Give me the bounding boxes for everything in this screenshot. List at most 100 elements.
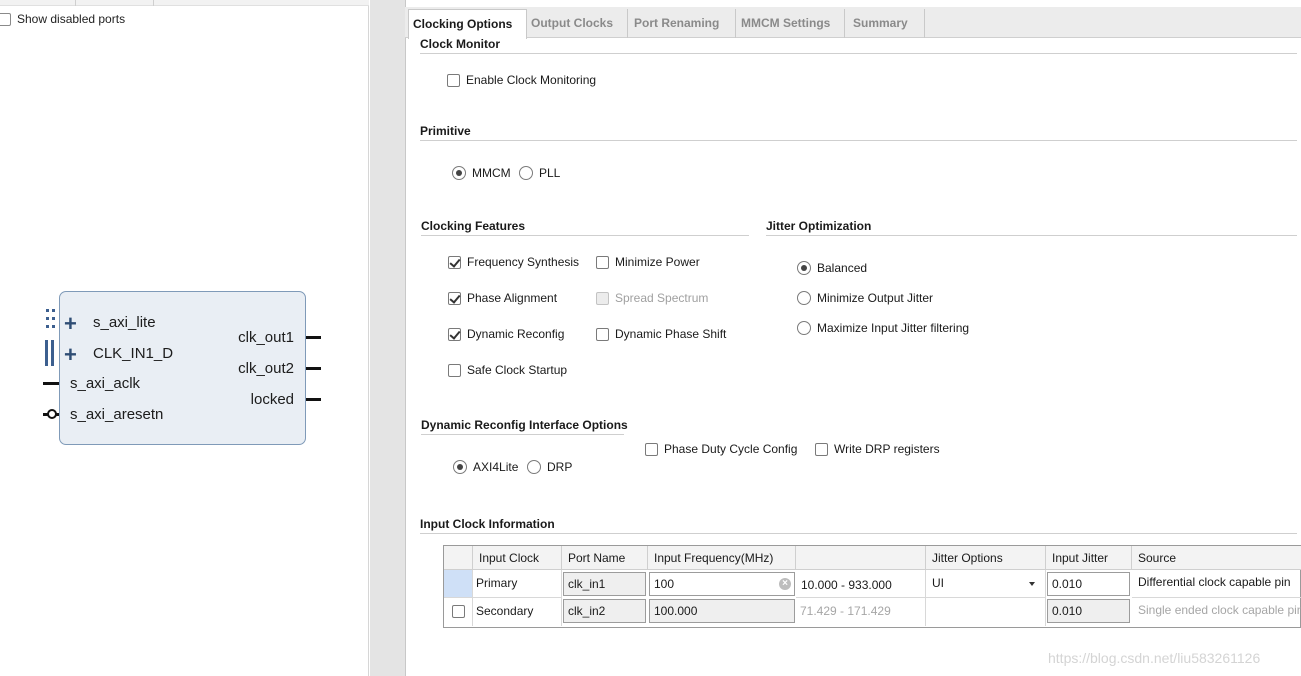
drp-row[interactable]: DRP — [527, 460, 572, 474]
write-drp-row[interactable]: Write DRP registers — [815, 442, 940, 456]
expand-plus-icon[interactable]: + — [64, 344, 77, 366]
safe-clock-startup-checkbox[interactable] — [448, 363, 461, 377]
jitter-maximize-input-label: Maximize Input Jitter filtering — [817, 321, 970, 335]
source-cell: Single ended clock capable pin — [1138, 603, 1301, 617]
input-frequency-field[interactable]: 100 × — [649, 572, 795, 596]
axi4lite-row[interactable]: AXI4Lite — [453, 460, 518, 474]
phase-duty-cycle-checkbox[interactable] — [645, 442, 658, 456]
tab-bar: Clocking Options Output Clocks Port Rena… — [405, 7, 1301, 39]
spread-spectrum-row: Spread Spectrum — [596, 291, 708, 305]
minimize-power-row[interactable]: Minimize Power — [596, 255, 700, 269]
input-clock-cell: Secondary — [473, 598, 562, 626]
jitter-minimize-output-row[interactable]: Minimize Output Jitter — [797, 291, 933, 305]
enable-clock-monitoring-checkbox[interactable] — [447, 73, 460, 87]
jitter-options-cell — [926, 598, 1046, 626]
enable-clock-monitoring-row[interactable]: Enable Clock Monitoring — [447, 73, 596, 87]
reset-inversion-circle-icon — [47, 409, 57, 419]
phase-alignment-label: Phase Alignment — [467, 291, 558, 305]
clock-monitor-title: Clock Monitor — [420, 37, 500, 51]
tab-summary[interactable]: Summary — [849, 9, 925, 38]
drp-radio[interactable] — [527, 460, 541, 474]
drp-options-divider — [421, 434, 624, 435]
jitter-minimize-output-label: Minimize Output Jitter — [817, 291, 934, 305]
row-select-cell[interactable] — [444, 570, 473, 598]
tab-port-renaming[interactable]: Port Renaming — [630, 9, 736, 38]
header-range — [796, 546, 926, 570]
differential-bus-bars-icon — [45, 340, 55, 366]
tab-mmcm-settings[interactable]: MMCM Settings — [737, 9, 845, 38]
header-input-clock: Input Clock — [473, 546, 562, 570]
port-clk-in1-d: CLK_IN1_D — [93, 345, 174, 362]
safe-clock-startup-row[interactable]: Safe Clock Startup — [448, 363, 567, 377]
dynamic-phase-shift-label: Dynamic Phase Shift — [615, 327, 727, 341]
dynamic-phase-shift-row[interactable]: Dynamic Phase Shift — [596, 327, 726, 341]
write-drp-checkbox[interactable] — [815, 442, 828, 456]
frequency-range-cell: 10.000 - 933.000 — [796, 570, 926, 598]
tab-clocking-options[interactable]: Clocking Options — [408, 9, 527, 39]
write-drp-label: Write DRP registers — [834, 442, 940, 456]
input-jitter-field[interactable]: 0.010 — [1047, 599, 1130, 623]
clocking-features-divider — [421, 235, 749, 236]
show-disabled-ports-checkbox[interactable] — [0, 12, 11, 26]
locked-pin — [306, 398, 321, 401]
safe-clock-startup-label: Safe Clock Startup — [467, 363, 568, 377]
header-input-jitter: Input Jitter — [1046, 546, 1132, 570]
primitive-mmcm-radio[interactable] — [452, 166, 466, 180]
jitter-options-select[interactable]: UI — [926, 570, 1046, 598]
input-frequency-field[interactable]: 100.000 — [649, 599, 795, 623]
port-name-field[interactable]: clk_in2 — [563, 599, 646, 623]
primitive-title: Primitive — [420, 124, 471, 138]
clk-out2-pin — [306, 367, 321, 370]
jitter-balanced-radio[interactable] — [797, 261, 811, 275]
port-s-axi-lite: s_axi_lite — [93, 314, 156, 331]
jitter-balanced-row[interactable]: Balanced — [797, 261, 867, 275]
axi4lite-radio[interactable] — [453, 460, 467, 474]
jitter-minimize-output-radio[interactable] — [797, 291, 811, 305]
phase-duty-cycle-row[interactable]: Phase Duty Cycle Config — [645, 442, 797, 456]
input-clock-info-divider — [420, 533, 1297, 534]
dynamic-reconfig-row[interactable]: Dynamic Reconfig — [448, 327, 564, 341]
frequency-range-cell: 71.429 - 171.429 — [796, 598, 926, 626]
secondary-enable-checkbox[interactable] — [452, 605, 465, 618]
primitive-divider — [420, 140, 1297, 141]
phase-alignment-checkbox[interactable] — [448, 291, 461, 305]
spread-spectrum-label: Spread Spectrum — [615, 291, 709, 305]
source-select[interactable]: Differential clock capable pin — [1132, 570, 1301, 598]
dynamic-phase-shift-checkbox[interactable] — [596, 327, 609, 341]
clocking-wizard-ip-block[interactable]: + s_axi_lite + CLK_IN1_D s_axi_aclk s_ax… — [59, 291, 306, 445]
primitive-pll-row[interactable]: PLL — [519, 166, 560, 180]
drp-options-title: Dynamic Reconfig Interface Options — [421, 418, 628, 432]
clear-icon[interactable]: × — [779, 578, 791, 590]
minimize-power-checkbox[interactable] — [596, 255, 609, 269]
enable-clock-monitoring-label: Enable Clock Monitoring — [466, 73, 597, 87]
jitter-options-value: UI — [932, 576, 944, 590]
primitive-pll-radio[interactable] — [519, 166, 533, 180]
header-source: Source — [1132, 546, 1301, 570]
input-jitter-field[interactable]: 0.010 — [1047, 572, 1130, 596]
port-s-axi-aresetn: s_axi_aresetn — [70, 406, 164, 423]
port-name-field[interactable]: clk_in1 — [563, 572, 646, 596]
header-jitter-options: Jitter Options — [926, 546, 1046, 570]
row-select-cell[interactable] — [444, 598, 473, 626]
expand-plus-icon[interactable]: + — [64, 313, 77, 335]
frequency-synthesis-checkbox[interactable] — [448, 255, 461, 269]
clock-monitor-divider — [420, 53, 1297, 54]
jitter-optimization-title: Jitter Optimization — [766, 219, 872, 233]
phase-alignment-row[interactable]: Phase Alignment — [448, 291, 557, 305]
port-s-axi-aclk: s_axi_aclk — [70, 375, 141, 392]
port-locked: locked — [250, 391, 294, 408]
port-clk-out1: clk_out1 — [238, 329, 294, 346]
dynamic-reconfig-checkbox[interactable] — [448, 327, 461, 341]
header-input-frequency: Input Frequency(MHz) — [648, 546, 796, 570]
primitive-mmcm-row[interactable]: MMCM — [452, 166, 511, 180]
tab-output-clocks[interactable]: Output Clocks — [527, 9, 628, 38]
input-clock-table: Input Clock Port Name Input Frequency(MH… — [443, 545, 1301, 628]
jitter-maximize-input-row[interactable]: Maximize Input Jitter filtering — [797, 321, 969, 335]
frequency-synthesis-row[interactable]: Frequency Synthesis — [448, 255, 579, 269]
block-diagram-panel: Show disabled ports + s_axi_lite + CLK_I… — [0, 0, 369, 676]
jitter-maximize-input-radio[interactable] — [797, 321, 811, 335]
axi-bus-dots-icon — [46, 309, 56, 335]
dynamic-reconfig-label: Dynamic Reconfig — [467, 327, 565, 341]
port-clk-out2: clk_out2 — [238, 360, 294, 377]
show-disabled-ports-row[interactable]: Show disabled ports — [0, 12, 125, 26]
